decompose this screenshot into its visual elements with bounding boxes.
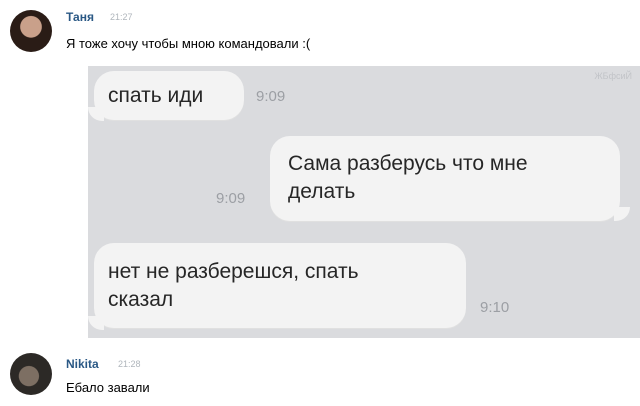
author-name-tanya[interactable]: Таня xyxy=(66,10,94,24)
message-text-nikita: Ебало завали xyxy=(66,380,150,395)
bubble-tail xyxy=(88,107,104,121)
avatar-tanya[interactable] xyxy=(10,10,52,52)
sms-text-3-line-1: нет не разберешся, спать xyxy=(108,260,359,283)
sms-text-1: спать иди xyxy=(108,84,204,107)
author-name-nikita[interactable]: Nikita xyxy=(66,357,99,371)
sms-text-3-line-2: сказал xyxy=(108,288,174,311)
message-text-tanya: Я тоже хочу чтобы мною командовали :( xyxy=(66,36,311,51)
attached-image[interactable]: ЖБфсиЙ спать иди 9:09 Сама разберусь что… xyxy=(88,66,640,338)
avatar-nikita[interactable] xyxy=(10,353,52,395)
sms-text-2-line-1: Сама разберусь что мне xyxy=(288,152,528,175)
sms-time-3: 9:10 xyxy=(480,299,510,316)
sms-time-2: 9:09 xyxy=(216,190,246,207)
image-corner-text: ЖБфсиЙ xyxy=(594,71,632,81)
bubble-tail xyxy=(614,207,630,221)
message-time-tanya[interactable]: 21:27 xyxy=(110,12,133,22)
bubble-tail xyxy=(88,316,104,330)
message-time-nikita[interactable]: 21:28 xyxy=(118,359,141,369)
sms-text-2-line-2: делать xyxy=(288,180,356,203)
sms-time-1: 9:09 xyxy=(256,88,286,105)
